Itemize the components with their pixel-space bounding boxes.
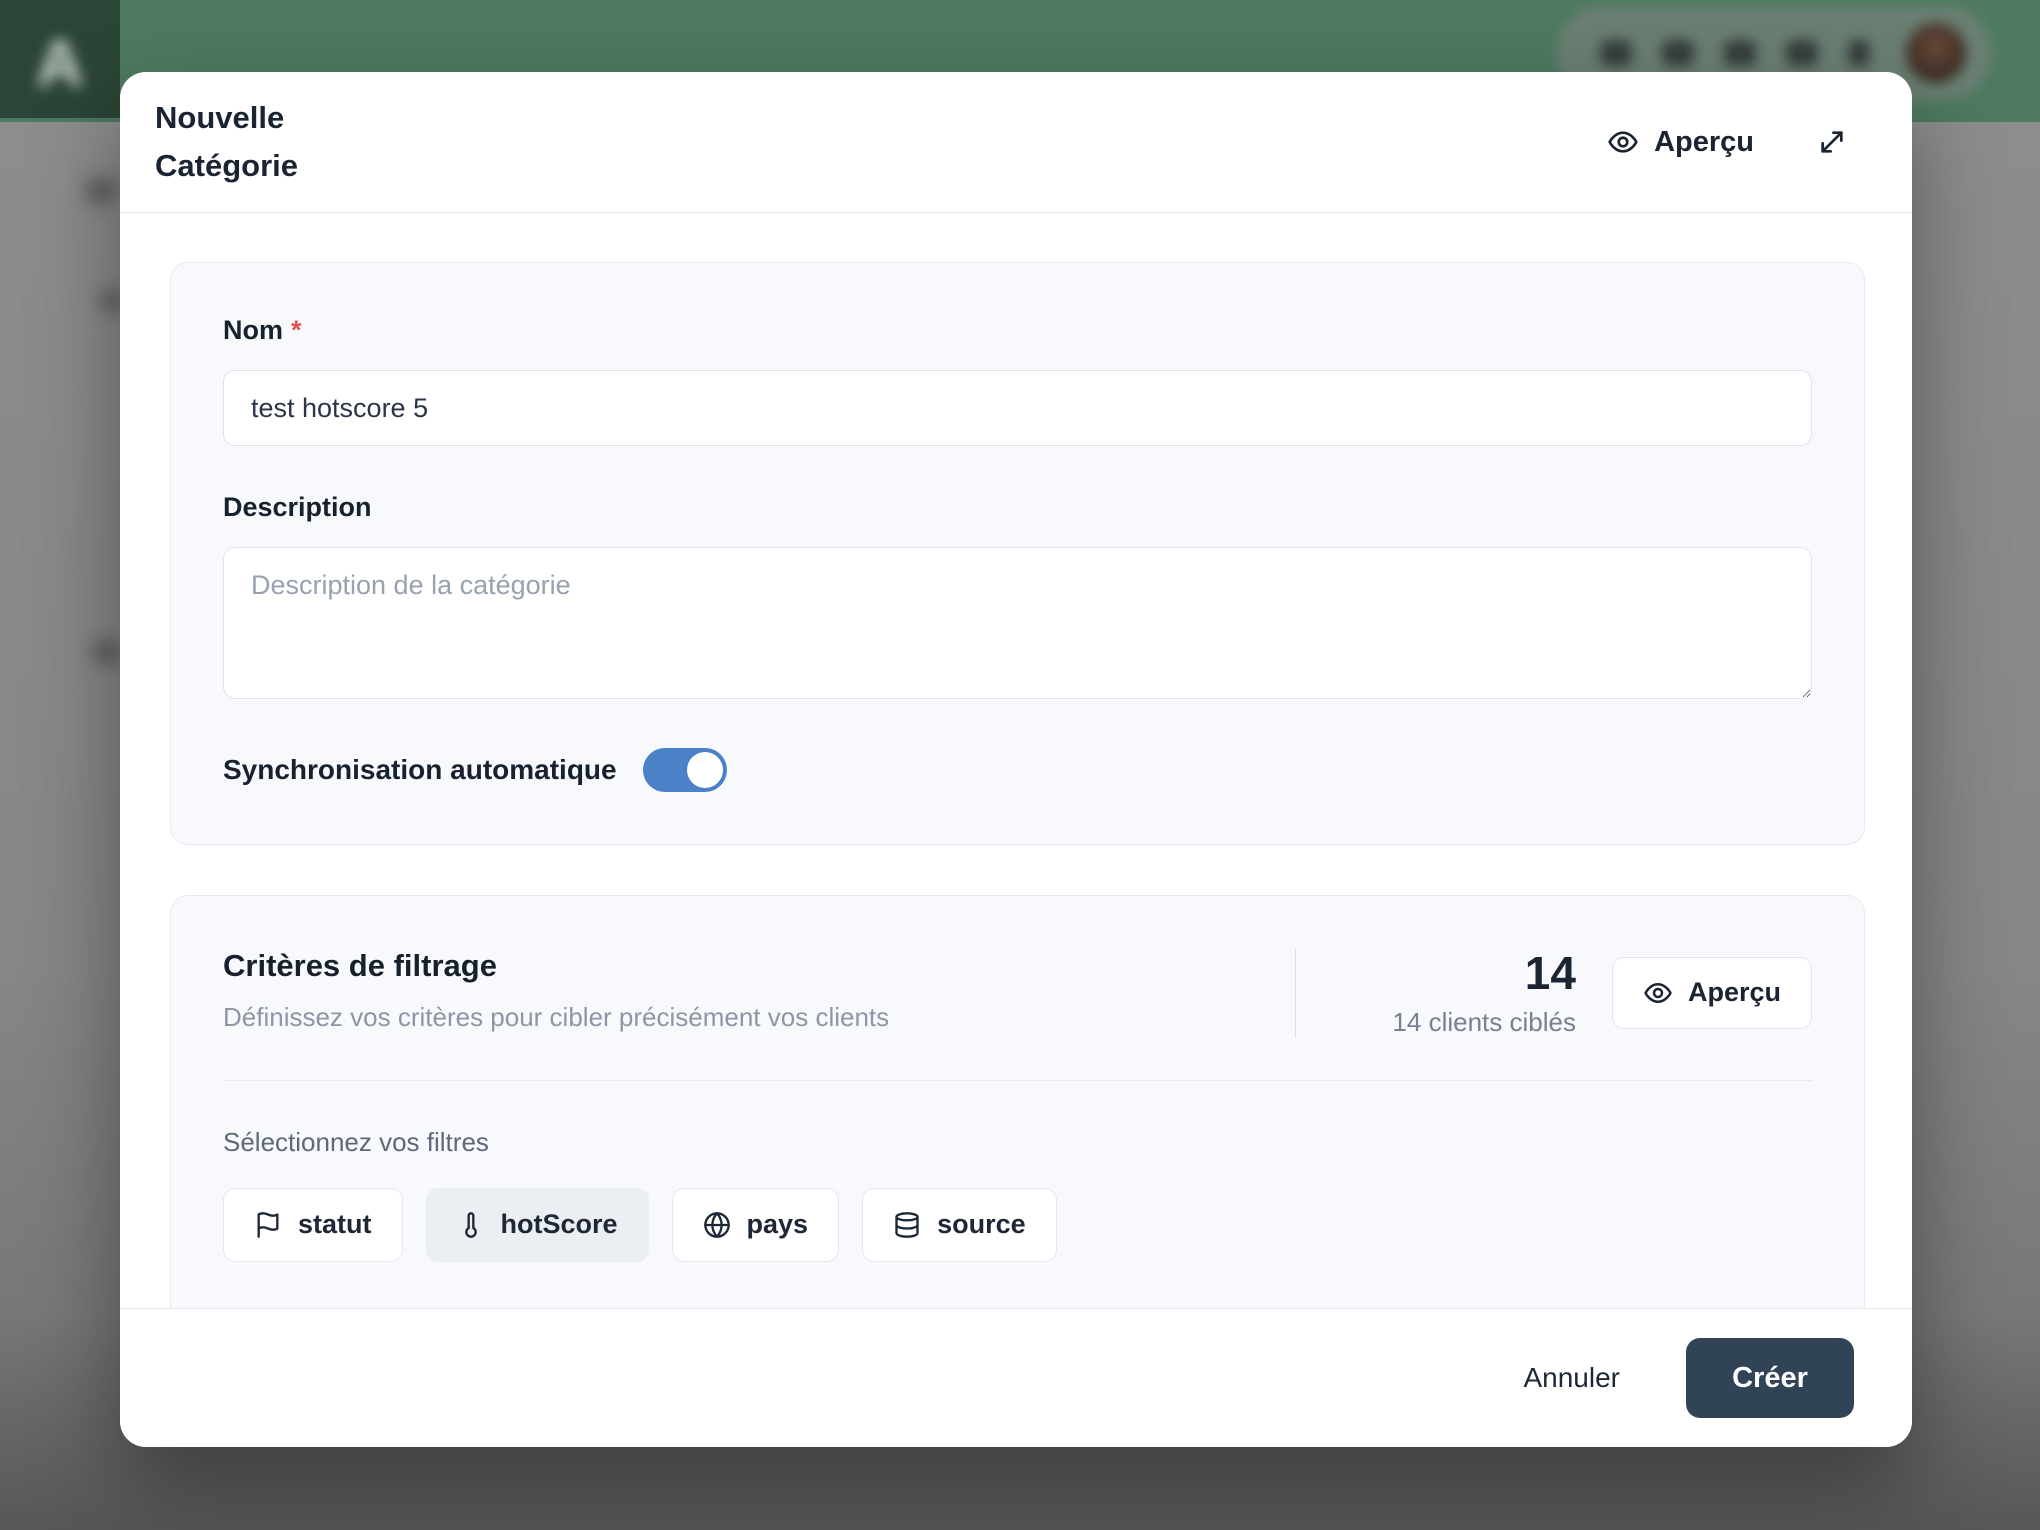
blurred-toolbar-icon [1848,40,1870,66]
cancel-button[interactable]: Annuler [1497,1342,1646,1414]
filter-chip-pays[interactable]: pays [672,1188,840,1262]
criteria-preview-label: Aperçu [1688,977,1781,1008]
filter-chip-hotscore[interactable]: hotScore [426,1188,649,1262]
criteria-titles: Critères de filtrage Définissez vos crit… [223,948,1295,1038]
criteria-header: Critères de filtrage Définissez vos crit… [223,948,1812,1038]
create-button[interactable]: Créer [1686,1338,1854,1418]
filter-chip-label: statut [298,1209,372,1240]
dialog-title: Nouvelle Catégorie [155,94,298,190]
blurred-sidebar-icon [92,640,122,664]
blurred-toolbar-icon [1786,40,1818,66]
expand-icon [1816,126,1848,158]
preview-button-label: Aperçu [1654,126,1754,159]
database-icon [893,1211,921,1239]
flag-icon [254,1211,282,1239]
dialog-header-actions: Aperçu [1607,126,1848,159]
app-logo-letter: A [36,25,84,101]
eye-icon [1643,978,1673,1008]
criteria-title: Critères de filtrage [223,948,1295,984]
filter-chips: statut hotScore pa [223,1188,1812,1262]
avatar [1906,23,1966,83]
expand-dialog-button[interactable] [1816,126,1848,158]
filter-chip-statut[interactable]: statut [223,1188,403,1262]
select-filters-label: Sélectionnez vos filtres [223,1127,1812,1158]
sync-toggle[interactable] [643,748,727,792]
preview-button[interactable]: Aperçu [1607,126,1754,159]
targeted-clients-count: 14 [1392,948,1576,999]
thermometer-icon [457,1211,485,1239]
required-asterisk: * [291,315,302,345]
filter-chip-label: hotScore [501,1209,618,1240]
dialog-footer: Annuler Créer [120,1308,1912,1447]
dialog-body: Nom * Description Synchronisation automat… [120,213,1912,1308]
blurred-toolbar-icon [1600,40,1632,66]
targeted-clients-caption: 14 clients ciblés [1392,1007,1576,1038]
description-label: Description [223,492,1812,523]
vertical-divider [1295,948,1296,1038]
category-form-card: Nom * Description Synchronisation automat… [170,262,1865,845]
filter-criteria-card: Critères de filtrage Définissez vos crit… [170,895,1865,1308]
eye-icon [1607,126,1639,158]
filter-chip-label: pays [747,1209,809,1240]
name-label: Nom * [223,315,1812,346]
description-textarea[interactable] [223,547,1812,699]
sync-label: Synchronisation automatique [223,754,617,786]
criteria-subtitle: Définissez vos critères pour cibler préc… [223,1002,1295,1033]
globe-icon [703,1211,731,1239]
filter-chip-source[interactable]: source [862,1188,1057,1262]
blurred-toolbar-icon [1724,40,1756,66]
dialog-header: Nouvelle Catégorie Aperçu [120,72,1912,213]
sync-row: Synchronisation automatique [223,748,1812,792]
targeted-clients-stat: 14 14 clients ciblés [1392,948,1576,1038]
blurred-sidebar-icon [85,178,117,204]
name-input[interactable] [223,370,1812,446]
criteria-divider [223,1080,1812,1081]
new-category-dialog: Nouvelle Catégorie Aperçu [120,72,1912,1447]
toggle-knob [687,752,723,788]
dialog-title-line1: Nouvelle [155,94,298,142]
name-label-text: Nom [223,315,283,345]
blurred-toolbar-icon [1662,40,1694,66]
criteria-preview-button[interactable]: Aperçu [1612,957,1812,1029]
app-logo: A [0,0,120,118]
filter-chip-label: source [937,1209,1026,1240]
dialog-title-line2: Catégorie [155,142,298,190]
